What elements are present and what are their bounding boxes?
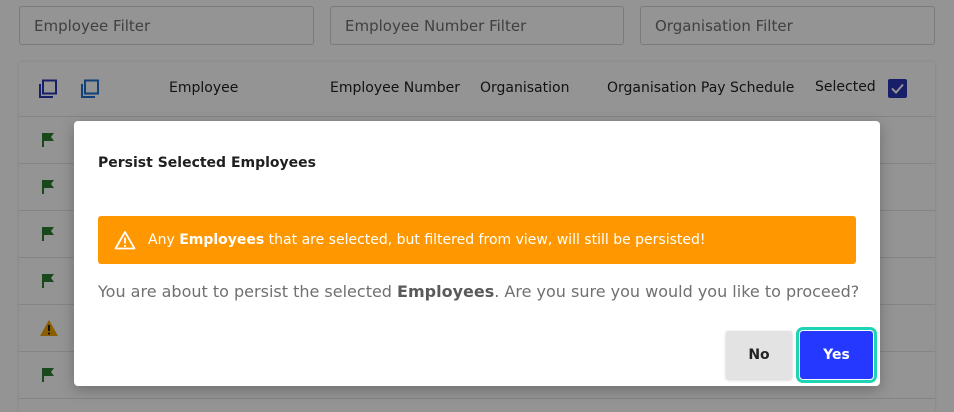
page: Employee Filter Employee Number Filter O… [0, 0, 954, 412]
warning-icon [114, 230, 136, 250]
alert-text-prefix: Any [148, 232, 180, 248]
no-button[interactable]: No [726, 331, 792, 379]
warning-alert: Any Employees that are selected, but fil… [98, 216, 856, 264]
alert-text: Any Employees that are selected, but fil… [148, 232, 706, 248]
message-bold: Employees [397, 282, 495, 301]
confirm-message: You are about to persist the selected Em… [98, 282, 859, 301]
message-prefix: You are about to persist the selected [98, 282, 398, 301]
alert-text-suffix: that are selected, but filtered from vie… [264, 232, 706, 248]
persist-confirm-dialog: Persist Selected Employees Any Employees… [74, 121, 880, 386]
dialog-title: Persist Selected Employees [98, 155, 316, 171]
alert-text-bold: Employees [179, 232, 265, 248]
message-suffix: . Are you sure you would you like to pro… [494, 282, 860, 301]
yes-button[interactable]: Yes [796, 327, 877, 383]
